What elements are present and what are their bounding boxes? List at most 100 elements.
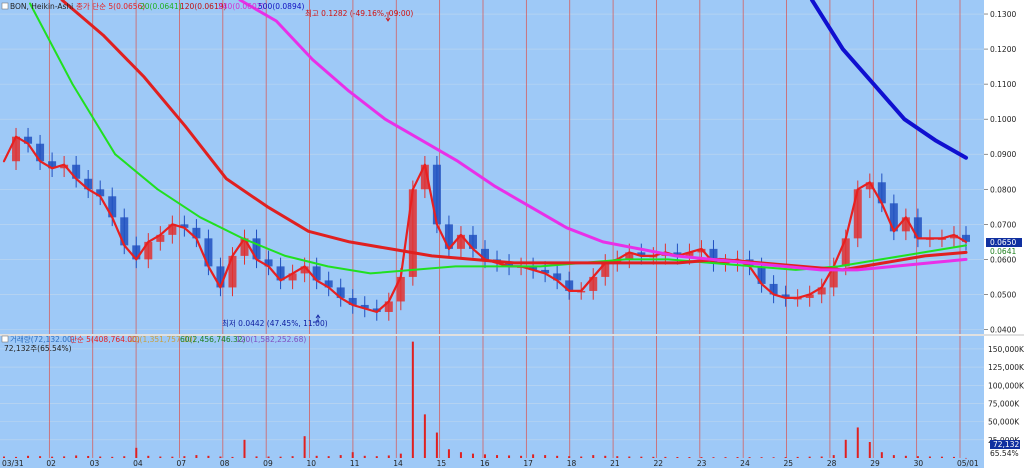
legend-ma20: 20(0.0641) [140, 2, 182, 11]
legend-ma5: 종가 단순 5(0.0656) [76, 1, 145, 11]
legend-symbol: BON, Heikin-Ashi [10, 2, 73, 11]
volume-bar [279, 456, 282, 458]
volume-bar [135, 447, 138, 458]
volume-bar [75, 455, 78, 458]
volume-bar [952, 456, 955, 458]
volume-bar [688, 457, 691, 458]
volume-tick-label: 125,000K [988, 363, 1024, 372]
volume-bar [808, 456, 811, 458]
volume-bar [15, 456, 18, 458]
volume-bar [399, 453, 402, 458]
date-tick-label: 24 [740, 459, 750, 468]
current-price-label: 0.0650 [990, 238, 1016, 247]
volume-legend-ma120: 120(1,582,252.68) [236, 335, 306, 344]
volume-bar [327, 456, 330, 458]
volume-bar [676, 456, 679, 458]
volume-bar [291, 456, 294, 458]
price-tick-label: 0.0500 [990, 290, 1016, 299]
date-tick-label: 16 [480, 459, 490, 468]
date-tick-label: 30 [914, 459, 924, 468]
price-tick-label: 0.0600 [990, 255, 1016, 264]
volume-bar [820, 456, 823, 458]
date-tick-label: 08 [220, 459, 230, 468]
volume-bar [303, 436, 306, 458]
volume-legend-sub: 72,132주(65.54%) [4, 344, 72, 353]
volume-bar [111, 456, 114, 458]
volume-bar [736, 457, 739, 458]
volume-bar [207, 455, 210, 458]
chart-canvas[interactable]: 0.1300 0.1200 0.1100 0.1000 0.0900 0.0800 0.07… [0, 0, 1024, 468]
current-price-sub: 0.0641 [990, 247, 1016, 256]
volume-bar [604, 455, 607, 458]
volume-bar [556, 455, 559, 458]
date-tick-label: 09 [263, 459, 273, 468]
price-panel-background [0, 0, 984, 468]
date-tick-label: 25 [784, 459, 794, 468]
volume-bar [243, 439, 246, 458]
date-tick-label: 05/01 [957, 459, 979, 468]
volume-bar [772, 457, 775, 458]
volume-bar [784, 457, 787, 458]
volume-bar [724, 457, 727, 458]
volume-bar [844, 439, 847, 458]
date-tick-label: 17 [523, 459, 533, 468]
volume-bar [700, 457, 703, 458]
volume-bar [892, 455, 895, 458]
volume-bar [231, 456, 234, 458]
volume-bar [99, 456, 102, 458]
date-tick-label: 22 [653, 459, 663, 468]
price-tick-label: 0.0400 [990, 325, 1016, 334]
volume-bar [760, 457, 763, 458]
price-tick-label: 0.0700 [990, 220, 1016, 229]
date-tick-label: 23 [697, 459, 707, 468]
price-tick-label: 0.1100 [990, 80, 1016, 89]
price-tick-label: 0.1200 [990, 45, 1016, 54]
volume-bar [351, 452, 354, 458]
volume-bar [592, 455, 595, 458]
volume-bar [123, 456, 126, 458]
stock-chart: 0.1300 0.1200 0.1100 0.1000 0.0900 0.0800 0.07… [0, 0, 1024, 468]
volume-bar [183, 456, 186, 458]
volume-bar [940, 456, 943, 458]
volume-bar [916, 456, 919, 458]
legend-checkbox[interactable] [1, 2, 9, 10]
volume-bar [435, 432, 438, 458]
current-volume-marker: 72,132 65.54% [990, 440, 1020, 458]
volume-bar [496, 455, 499, 458]
date-tick-label: 07 [176, 459, 186, 468]
volume-legend-checkbox[interactable] [1, 335, 9, 343]
volume-bar [27, 455, 30, 458]
date-tick-label: 18 [567, 459, 577, 468]
volume-tick-label: 75,000K [988, 399, 1020, 408]
volume-bar [928, 456, 931, 458]
volume-bar [423, 414, 426, 458]
date-tick-label: 29 [870, 459, 880, 468]
volume-bar [147, 455, 150, 458]
date-tick-label: 28 [827, 459, 837, 468]
volume-tick-label: 150,000K [988, 345, 1024, 354]
volume-bar [484, 454, 486, 458]
volume-bar [387, 455, 390, 458]
volume-bar [339, 455, 342, 458]
date-tick-label: 21 [610, 459, 620, 468]
volume-bar [532, 454, 535, 458]
volume-bar [459, 452, 462, 458]
price-legend: BON, Heikin-Ashi 종가 단순 5(0.0656) 20(0.06… [1, 1, 304, 11]
volume-bar [219, 456, 222, 458]
volume-tick-label: 50,000K [988, 418, 1020, 427]
price-axis-background [984, 0, 1024, 468]
price-tick-label: 0.1300 [990, 10, 1016, 19]
price-tick-label: 0.1000 [990, 115, 1016, 124]
volume-bar [255, 456, 258, 458]
volume-bar [580, 456, 583, 458]
volume-bar [832, 455, 835, 458]
volume-bar [520, 455, 523, 458]
volume-tick-label: 100,000K [988, 381, 1024, 390]
volume-legend-main: 거래량(72,132.00) [10, 335, 75, 344]
date-tick-label: 11 [350, 459, 360, 468]
price-tick-label: 0.0900 [990, 150, 1016, 159]
volume-bar [796, 456, 799, 458]
current-volume-label: 72,132 [993, 440, 1019, 449]
date-tick-label: 03 [90, 459, 100, 468]
volume-bar [471, 453, 474, 458]
